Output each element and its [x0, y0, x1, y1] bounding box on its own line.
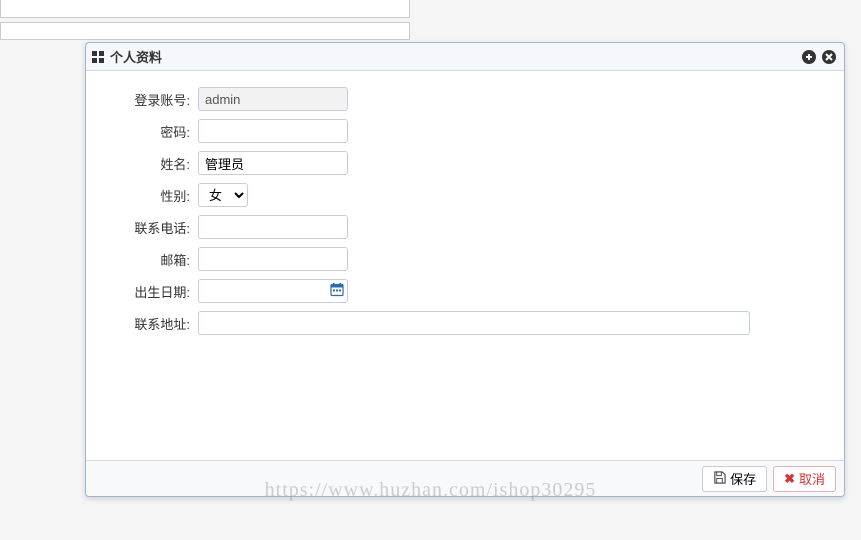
dialog-footer: 保存 ✖ 取消: [86, 460, 844, 496]
dialog-title: 个人资料: [110, 47, 162, 66]
label-account: 登录账号:: [102, 90, 198, 109]
address-input[interactable]: [198, 311, 750, 335]
row-phone: 联系电话:: [102, 215, 828, 239]
cancel-button[interactable]: ✖ 取消: [773, 466, 836, 492]
close-icon[interactable]: [820, 48, 838, 66]
x-icon: ✖: [784, 471, 795, 487]
label-name: 姓名:: [102, 154, 198, 173]
label-address: 联系地址:: [102, 314, 198, 333]
label-birthdate: 出生日期:: [102, 282, 198, 301]
row-gender: 性别: 女: [102, 183, 828, 207]
label-password: 密码:: [102, 122, 198, 141]
background-field-2: [0, 22, 410, 40]
maximize-icon[interactable]: [800, 48, 818, 66]
profile-dialog: 个人资料 登录账号: 密码: 姓名: 性别:: [85, 42, 845, 497]
label-gender: 性别:: [102, 186, 198, 205]
row-account: 登录账号:: [102, 87, 828, 111]
name-input[interactable]: [198, 151, 348, 175]
phone-input[interactable]: [198, 215, 348, 239]
row-email: 邮箱:: [102, 247, 828, 271]
label-email: 邮箱:: [102, 250, 198, 269]
email-input[interactable]: [198, 247, 348, 271]
account-input: [198, 87, 348, 111]
row-birthdate: 出生日期:: [102, 279, 828, 303]
dialog-header: 个人资料: [86, 43, 844, 71]
row-address: 联系地址:: [102, 311, 828, 335]
password-input[interactable]: [198, 119, 348, 143]
save-button[interactable]: 保存: [702, 466, 767, 492]
grid-icon: [92, 51, 104, 63]
save-label: 保存: [730, 469, 756, 488]
background-field-1: [0, 0, 410, 18]
row-password: 密码:: [102, 119, 828, 143]
birthdate-input[interactable]: [198, 279, 348, 303]
save-icon: [713, 471, 726, 487]
row-name: 姓名:: [102, 151, 828, 175]
cancel-label: 取消: [799, 469, 825, 488]
label-phone: 联系电话:: [102, 218, 198, 237]
gender-select[interactable]: 女: [198, 183, 248, 207]
calendar-icon[interactable]: [330, 283, 344, 300]
dialog-body: 登录账号: 密码: 姓名: 性别: 女 联: [86, 71, 844, 460]
